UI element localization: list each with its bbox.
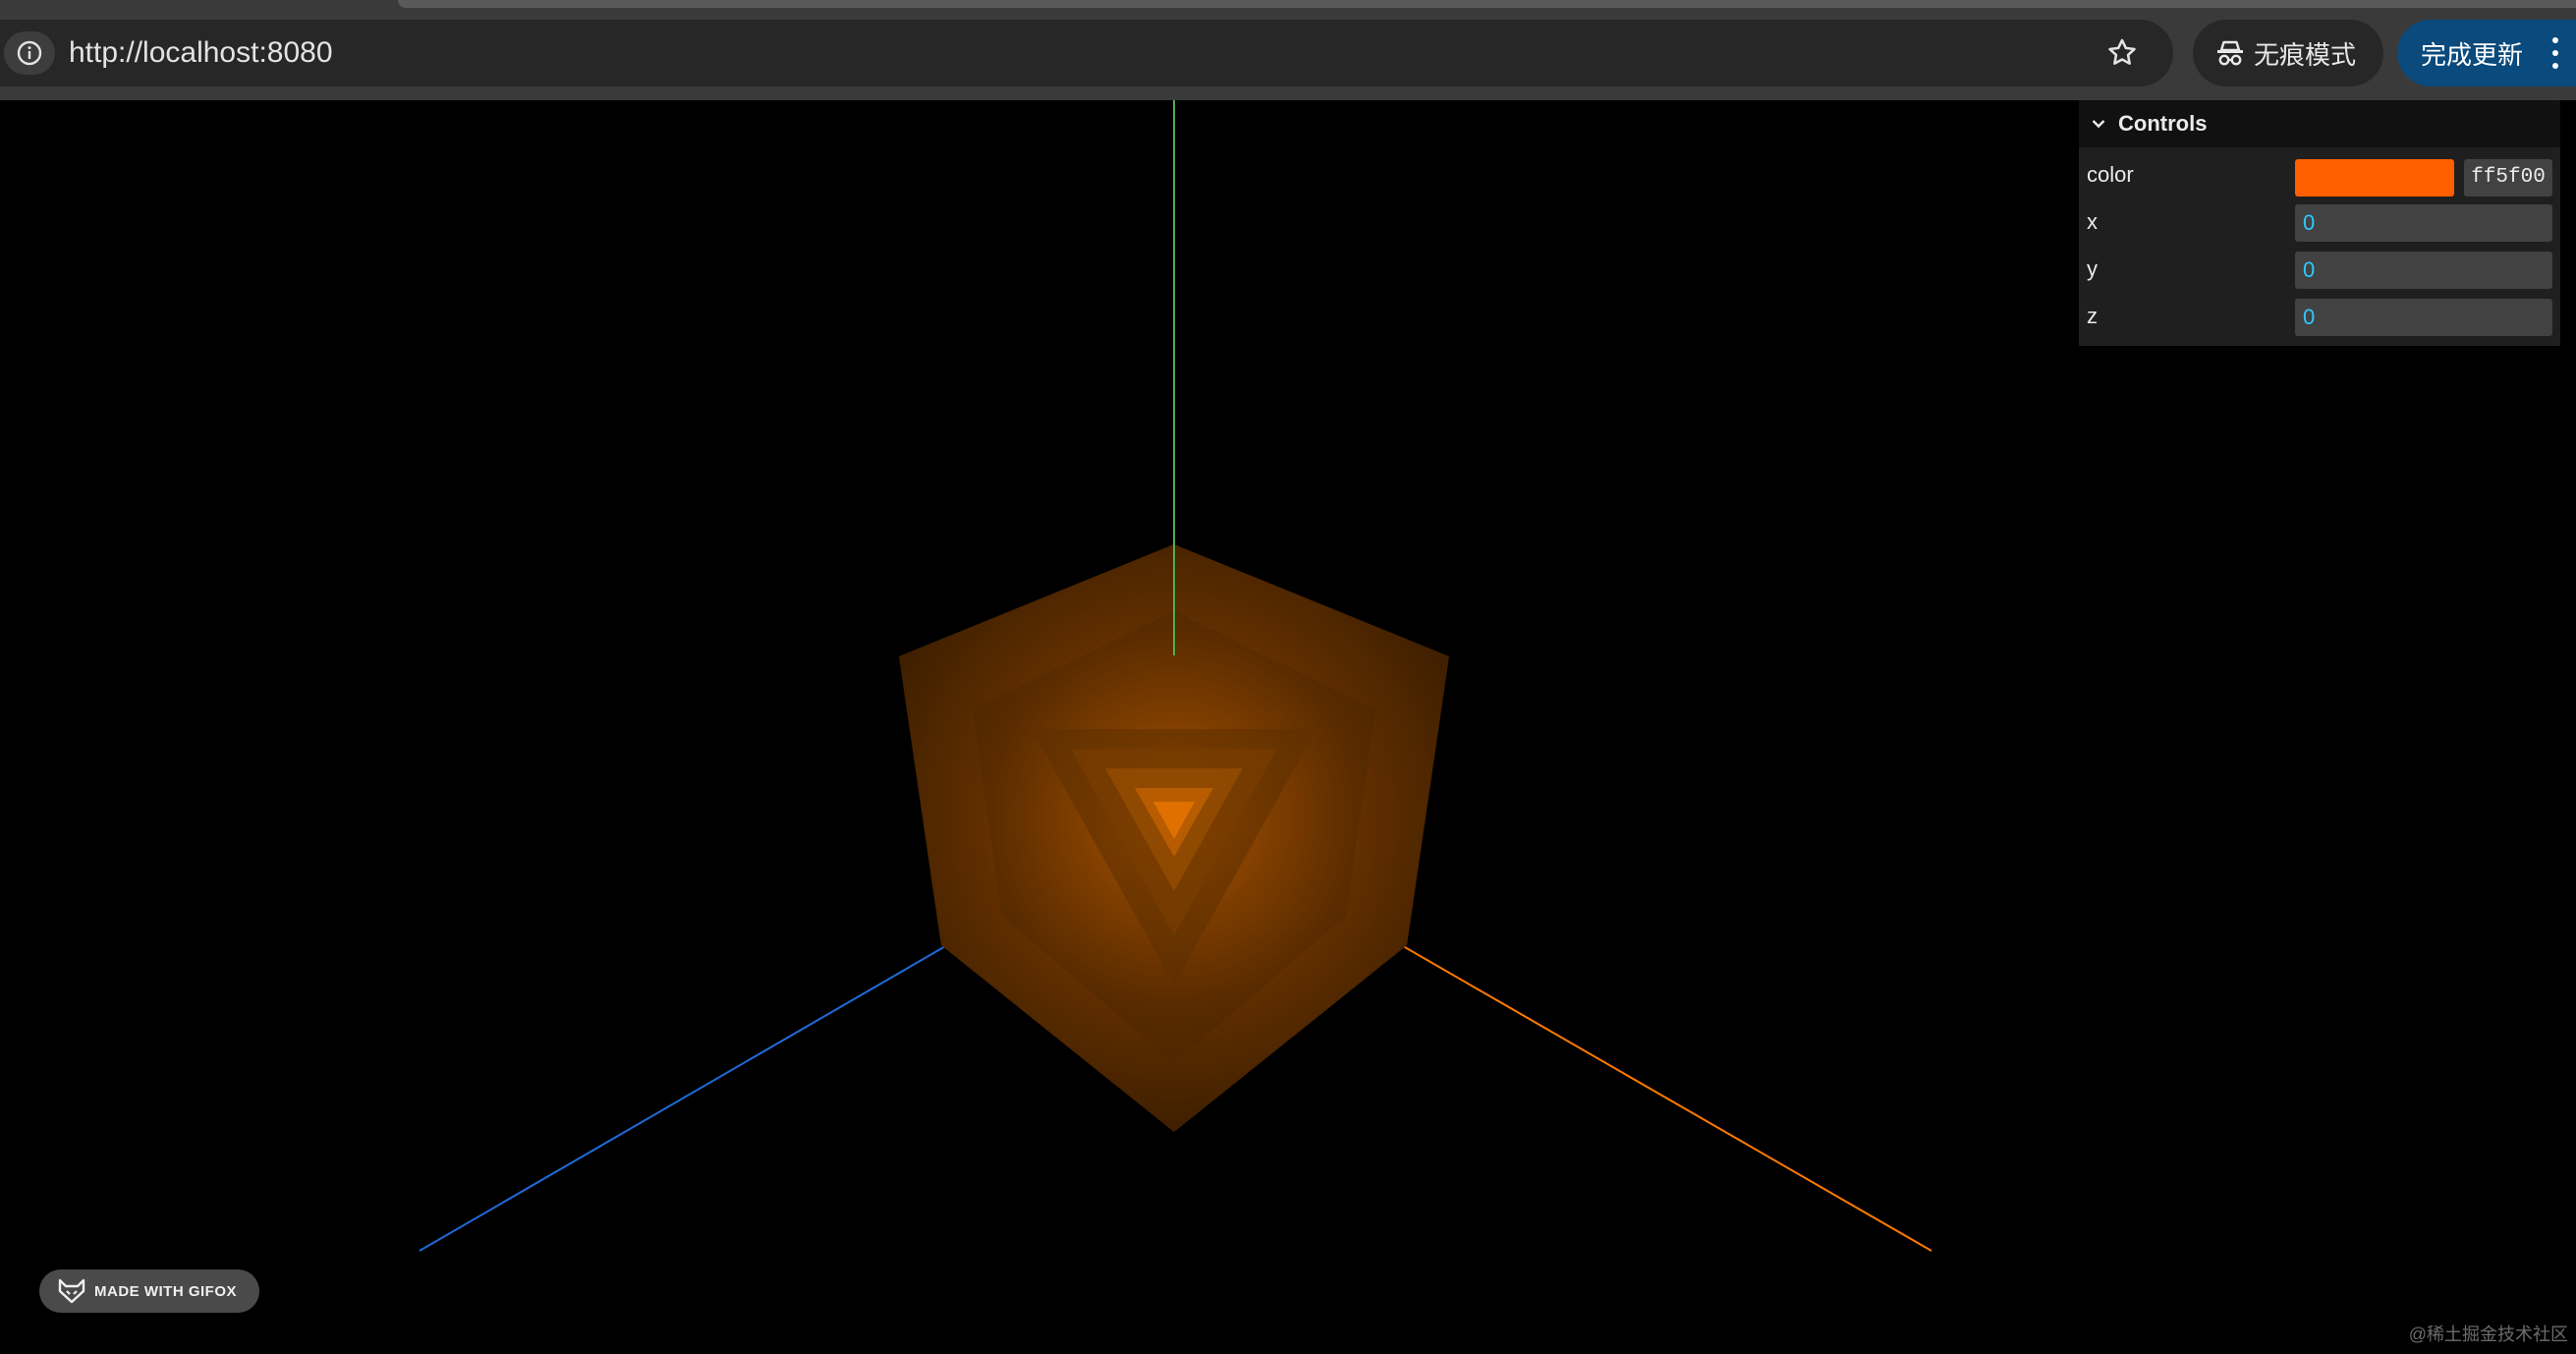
color-hex-input[interactable]: ff5f00 [2464, 159, 2552, 197]
url-text[interactable]: http://localhost:8080 [69, 33, 333, 73]
color-swatch[interactable] [2295, 159, 2454, 197]
incognito-icon [2214, 37, 2246, 69]
tab-strip [398, 0, 2576, 8]
x-axis-line [1314, 894, 1932, 1252]
update-label: 完成更新 [2421, 39, 2524, 70]
controls-panel: Controls color ff5f00 x 0 y 0 z 0 [2079, 100, 2560, 346]
gifox-badge: MADE WITH GIFOX [39, 1269, 259, 1313]
x-input[interactable]: 0 [2295, 204, 2552, 242]
incognito-label: 无痕模式 [2254, 39, 2357, 70]
y-input[interactable]: 0 [2295, 252, 2552, 289]
incognito-button[interactable]: 无痕模式 [2193, 20, 2383, 86]
z-axis-line [419, 894, 1035, 1252]
chevron-down-icon [2092, 120, 2105, 129]
x-label: x [2087, 209, 2098, 234]
address-bar[interactable]: http://localhost:8080 [0, 20, 2173, 86]
fox-icon [57, 1278, 86, 1304]
color-label: color [2087, 162, 2134, 187]
controls-title: Controls [2118, 111, 2208, 136]
color-row: color ff5f00 [2079, 151, 2560, 198]
y-label: y [2087, 256, 2098, 281]
controls-title-bar[interactable]: Controls [2079, 100, 2560, 147]
z-row: z 0 [2079, 293, 2560, 340]
x-row: x 0 [2079, 198, 2560, 246]
z-input[interactable]: 0 [2295, 299, 2552, 336]
bookmark-star-icon[interactable] [2102, 33, 2142, 73]
more-menu-icon[interactable] [2550, 37, 2560, 69]
browser-toolbar: http://localhost:8080 无痕模式 完成更新 [0, 0, 2576, 100]
webgl-viewport[interactable]: Controls color ff5f00 x 0 y 0 z 0 MADE W [0, 100, 2576, 1354]
update-button[interactable]: 完成更新 [2397, 20, 2576, 86]
y-row: y 0 [2079, 246, 2560, 293]
z-label: z [2087, 304, 2098, 328]
watermark-text: @稀土掘金技术社区 [2408, 1325, 2568, 1344]
site-info-icon[interactable] [4, 31, 55, 75]
gifox-label: MADE WITH GIFOX [94, 1282, 237, 1300]
